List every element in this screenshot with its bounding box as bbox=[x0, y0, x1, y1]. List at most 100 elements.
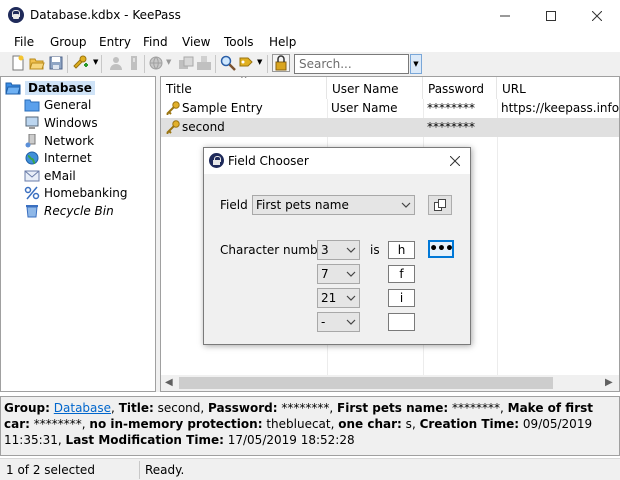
copy-entry-icon[interactable] bbox=[178, 55, 194, 71]
char-number-value: 7 bbox=[321, 267, 329, 281]
open-url-dropdown-arrow[interactable]: ▼ bbox=[166, 58, 171, 66]
group-link[interactable]: Database bbox=[54, 401, 111, 415]
column-header-password[interactable]: Password bbox=[423, 77, 497, 99]
search-dropdown-button[interactable]: ▼ bbox=[410, 54, 422, 74]
column-header-label: Password bbox=[428, 82, 485, 96]
globe-icon bbox=[25, 151, 39, 164]
detail-value: ******** bbox=[281, 401, 330, 415]
column-header-url[interactable]: URL bbox=[497, 77, 619, 99]
perform-auto-type-icon[interactable] bbox=[196, 55, 212, 71]
tree-item-label: Homebanking bbox=[44, 185, 128, 200]
char-number-value: 21 bbox=[321, 291, 337, 305]
copy-icon bbox=[434, 199, 446, 211]
dialog-title-bar: Field Chooser bbox=[204, 148, 470, 174]
char-output[interactable]: f bbox=[388, 265, 415, 283]
detail-label: Title: bbox=[118, 401, 154, 415]
detail-value: thebluecat bbox=[266, 417, 331, 431]
open-folder-icon[interactable] bbox=[29, 55, 45, 71]
column-header-username[interactable]: User Name bbox=[327, 77, 423, 99]
field-select-value: First pets name bbox=[256, 198, 349, 212]
detail-label: Group: bbox=[4, 401, 50, 415]
add-entry-icon[interactable] bbox=[72, 55, 88, 71]
menu-entry[interactable]: Entry bbox=[99, 35, 131, 49]
dialog-title: Field Chooser bbox=[228, 154, 309, 168]
entry-details-pane: Group: Database, Title: second, Password… bbox=[0, 396, 620, 456]
scroll-right-icon[interactable]: ▶ bbox=[605, 377, 613, 388]
copy-password-icon[interactable] bbox=[126, 55, 142, 71]
recycle-bin-icon bbox=[26, 204, 38, 217]
char-number-select[interactable]: 21 bbox=[317, 288, 360, 308]
detail-value: ******** bbox=[452, 401, 500, 415]
menu-group[interactable]: Group bbox=[50, 35, 87, 49]
search-input[interactable]: Search... bbox=[294, 54, 409, 74]
scrollbar-thumb[interactable] bbox=[179, 377, 553, 389]
tree-item-internet[interactable]: Internet bbox=[24, 149, 92, 166]
column-header-label: User Name bbox=[332, 82, 399, 96]
add-entry-dropdown-arrow[interactable]: ▼ bbox=[93, 58, 98, 66]
field-select[interactable]: First pets name bbox=[252, 195, 415, 215]
entry-search-icon[interactable] bbox=[238, 55, 254, 71]
column-divider bbox=[497, 99, 498, 377]
menu-find[interactable]: Find bbox=[143, 35, 168, 49]
tree-item-recycle-bin[interactable]: Recycle Bin bbox=[24, 202, 114, 219]
tree-item-windows[interactable]: Windows bbox=[24, 114, 98, 131]
new-database-icon[interactable] bbox=[10, 55, 26, 71]
tree-item-label: Internet bbox=[44, 150, 92, 165]
chevron-down-icon bbox=[346, 295, 356, 301]
column-header-label: URL bbox=[502, 82, 526, 96]
lock-workspace-icon[interactable] bbox=[272, 54, 290, 72]
tree-item-general[interactable]: General bbox=[24, 96, 91, 113]
close-window-button[interactable] bbox=[574, 0, 620, 31]
percent-icon bbox=[24, 186, 40, 199]
mail-icon bbox=[24, 170, 40, 181]
tree-item-database[interactable]: Database bbox=[5, 79, 95, 96]
entry-search-dropdown-arrow[interactable]: ▼ bbox=[257, 58, 262, 66]
detail-value: s bbox=[405, 417, 412, 431]
character-number-label: Character number bbox=[220, 243, 330, 257]
menu-help[interactable]: Help bbox=[269, 35, 296, 49]
menu-file[interactable]: File bbox=[14, 35, 34, 49]
maximize-button[interactable] bbox=[528, 0, 574, 31]
scroll-left-icon[interactable]: ◀ bbox=[165, 377, 173, 388]
tree-item-label: Network bbox=[44, 133, 95, 148]
entry-username: User Name bbox=[331, 101, 398, 115]
toolbar-separator bbox=[67, 55, 68, 73]
close-icon bbox=[592, 10, 602, 21]
entry-title: second bbox=[182, 120, 225, 134]
key-icon bbox=[166, 101, 180, 115]
char-number-select[interactable]: 7 bbox=[317, 264, 360, 284]
char-output[interactable]: i bbox=[388, 289, 415, 307]
table-row[interactable]: Sample Entry User Name ******** https://… bbox=[161, 99, 620, 118]
detail-label: Last Modification Time: bbox=[65, 433, 224, 447]
keepass-lock-icon bbox=[209, 153, 224, 168]
entry-url: https://keepass.info/ bbox=[501, 101, 620, 115]
find-icon[interactable] bbox=[220, 55, 236, 71]
toolbar-separator bbox=[144, 55, 145, 73]
menu-tools[interactable]: Tools bbox=[224, 35, 254, 49]
dialog-close-button[interactable] bbox=[444, 151, 466, 171]
copy-username-icon[interactable] bbox=[108, 55, 124, 71]
tree-root-label: Database bbox=[25, 80, 95, 95]
save-icon[interactable] bbox=[48, 55, 64, 71]
group-tree[interactable]: Database General Windows Network Interne… bbox=[0, 76, 156, 392]
status-bar: 1 of 2 selected Ready. bbox=[0, 458, 620, 480]
window-title: Database.kdbx - KeePass bbox=[30, 8, 181, 22]
tree-item-homebanking[interactable]: Homebanking bbox=[24, 184, 128, 201]
is-label: is bbox=[370, 243, 380, 257]
column-header-title[interactable]: ^ Title bbox=[161, 77, 327, 99]
more-button[interactable]: ••• bbox=[428, 240, 454, 258]
char-number-select[interactable]: - bbox=[317, 312, 360, 332]
char-number-select[interactable]: 3 bbox=[317, 240, 360, 260]
char-output[interactable] bbox=[388, 313, 415, 331]
menu-view[interactable]: View bbox=[182, 35, 210, 49]
close-icon bbox=[450, 156, 460, 166]
minimize-button[interactable] bbox=[482, 0, 528, 31]
tree-item-network[interactable]: Network bbox=[24, 132, 94, 149]
copy-field-button[interactable] bbox=[428, 195, 452, 215]
horizontal-scrollbar[interactable]: ◀ ▶ bbox=[161, 375, 619, 391]
char-output[interactable]: h bbox=[388, 241, 415, 259]
tree-item-email[interactable]: eMail bbox=[24, 167, 76, 184]
table-row[interactable]: second ******** bbox=[161, 118, 619, 137]
open-url-icon[interactable] bbox=[148, 55, 164, 71]
char-number-value: 3 bbox=[321, 243, 329, 257]
